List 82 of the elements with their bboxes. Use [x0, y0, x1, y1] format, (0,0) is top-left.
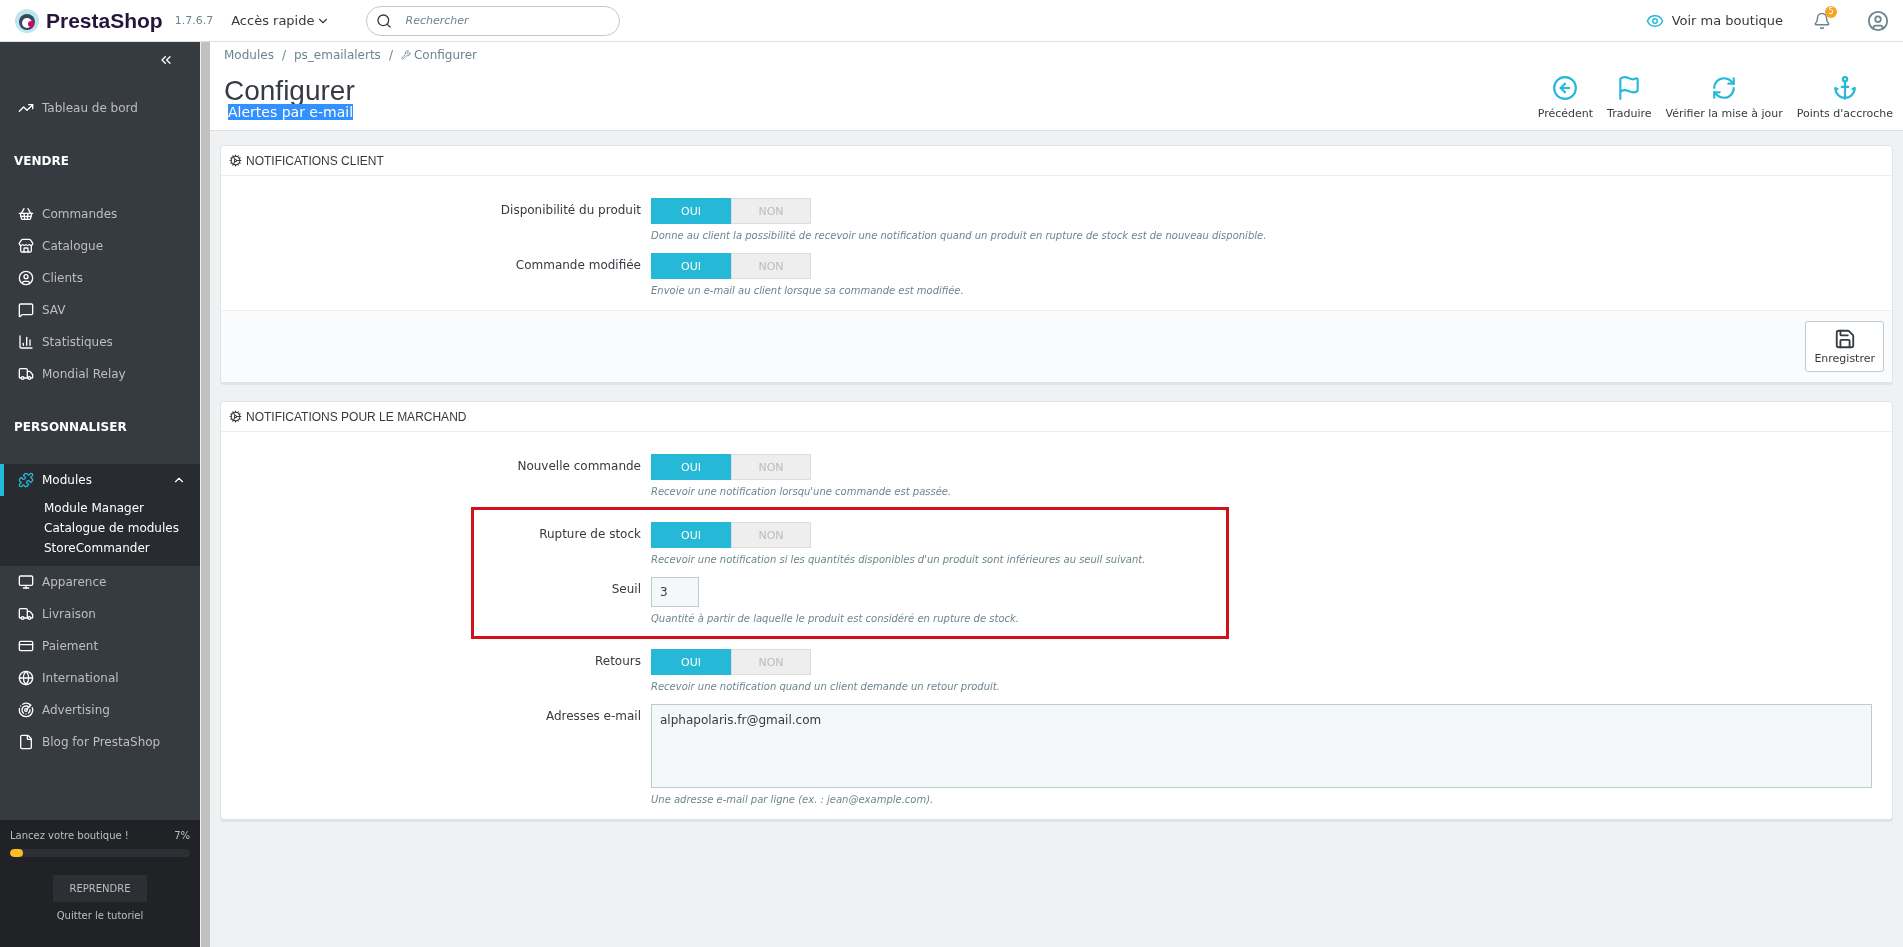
submenu-item[interactable]: Catalogue de modules — [44, 518, 200, 538]
toolbar-button[interactable]: Vérifier la mise à jour — [1665, 75, 1783, 120]
quit-tutorial-link[interactable]: Quitter le tutoriel — [56, 910, 144, 921]
search-field[interactable]: Rechercher — [366, 5, 621, 36]
toolbar-icon — [1552, 75, 1579, 101]
menu-icon — [18, 606, 34, 622]
sidebar-item[interactable]: Paiement — [0, 630, 200, 662]
toolbar-icon — [1831, 75, 1858, 101]
breadcrumb-link[interactable]: Modules — [224, 48, 274, 62]
breadcrumb-current[interactable]: Configurer — [400, 48, 477, 62]
sidebar-item[interactable]: Catalogue — [0, 230, 200, 262]
sidebar-item[interactable]: Livraison — [0, 598, 200, 630]
sidebar-item[interactable]: Apparence — [0, 566, 200, 598]
section-title: PERSONNALISER — [14, 419, 128, 436]
field-label: Disponibilité du produit — [499, 202, 641, 219]
menu-icon — [18, 334, 34, 350]
toolbar-button[interactable]: Points d'accroche — [1796, 75, 1893, 120]
breadcrumb-link[interactable]: ps_emailalerts — [293, 48, 381, 62]
breadcrumb-separator: / — [388, 48, 393, 62]
page-title: Configurer — [224, 78, 356, 104]
help-text: Envoie un e-mail au client lorsque sa commande est modifiée. — [651, 285, 965, 296]
menu-icon — [18, 238, 34, 254]
quick-access-menu[interactable]: Accès rapide — [231, 13, 331, 28]
progress-percent: 7% — [174, 830, 190, 841]
menu-icon — [18, 472, 34, 488]
submenu-item[interactable]: StoreCommander — [44, 538, 200, 558]
sidebar-item[interactable]: Mondial Relay — [0, 358, 200, 390]
menu-icon — [18, 574, 34, 590]
resume-button[interactable]: REPRENDRE — [53, 875, 147, 902]
submenu-item[interactable]: Module Manager — [44, 498, 200, 518]
sidebar-item[interactable]: International — [0, 662, 200, 694]
view-shop-link[interactable]: Voir ma boutique — [1645, 11, 1783, 30]
menu-icon — [18, 366, 34, 382]
version-text: 1.7.6.7 — [174, 14, 214, 27]
menu-icon — [18, 302, 34, 318]
scrollbar[interactable] — [200, 42, 210, 947]
sidebar-item[interactable]: Modules — [0, 464, 200, 496]
sidebar-item[interactable]: Statistiques — [0, 326, 200, 358]
wrench-icon — [400, 50, 411, 60]
menu-icon — [18, 270, 34, 286]
help-text: Recevoir une notification lorsqu'une commande est passée. — [651, 486, 953, 497]
help-text: Recevoir une notification si les quantités disponibles d'un produit sont inférieures au seuil suivant. — [651, 554, 1147, 565]
logo-icon — [14, 7, 40, 34]
page-subtitle: Alertes par e-mail — [228, 104, 353, 120]
field-label: Rupture de stock — [538, 526, 641, 543]
field-label: Retours — [593, 653, 641, 670]
email-addresses-field[interactable]: alphapolaris.fr@gmail.com — [651, 704, 1872, 788]
help-text: Donne au client la possibilité de recevoir une notification quand un produit en rupture de stock est de nouveau disponible. — [651, 230, 1268, 241]
sidebar-item[interactable]: Clients — [0, 262, 200, 294]
sidebar-item[interactable]: Advertising — [0, 694, 200, 726]
toolbar-button[interactable]: Précédent — [1537, 75, 1594, 120]
menu-icon — [18, 206, 34, 222]
notification-count: 5 — [1825, 5, 1837, 18]
save-button[interactable]: Enregistrer — [1805, 321, 1884, 372]
field-label: Commande modifiée — [514, 257, 641, 274]
notifications-icon[interactable] — [1813, 11, 1831, 30]
panel-title: NOTIFICATIONS CLIENT — [246, 153, 384, 168]
field-label: Nouvelle commande — [516, 458, 641, 475]
sidebar-item[interactable]: Commandes — [0, 198, 200, 230]
onboarding-title: Lancez votre boutique ! — [10, 830, 129, 841]
menu-icon — [18, 702, 34, 718]
help-text: Recevoir une notification quand un client demande un retour produit. — [651, 681, 1001, 692]
sidebar-item[interactable]: SAV — [0, 294, 200, 326]
help-text: Quantité à partir de laquelle le produit est considéré en rupture de stock. — [651, 613, 1020, 624]
menu-icon — [18, 670, 34, 686]
panel-title: NOTIFICATIONS POUR LE MARCHAND — [246, 409, 467, 424]
field-label: Seuil — [610, 581, 641, 598]
menu-icon — [18, 638, 34, 654]
menu-icon — [18, 734, 34, 750]
breadcrumb-separator: / — [281, 48, 286, 62]
sidebar-item[interactable]: Blog for PrestaShop — [0, 726, 200, 758]
search-icon — [376, 12, 393, 29]
toolbar-button[interactable]: Traduire — [1607, 75, 1652, 120]
section-title: VENDRE — [14, 153, 70, 170]
field-label: Adresses e-mail — [544, 708, 641, 725]
toolbar-icon — [1711, 75, 1738, 101]
help-text: Une adresse e-mail par ligne (ex. : jean@example.com). — [651, 794, 935, 805]
user-icon[interactable] — [1867, 9, 1889, 32]
sidebar-item[interactable]: Tableau de bord — [0, 92, 200, 124]
save-icon — [1833, 328, 1856, 350]
threshold-field[interactable]: 3 — [651, 577, 699, 607]
brand-name: PrestaShop — [46, 8, 163, 33]
